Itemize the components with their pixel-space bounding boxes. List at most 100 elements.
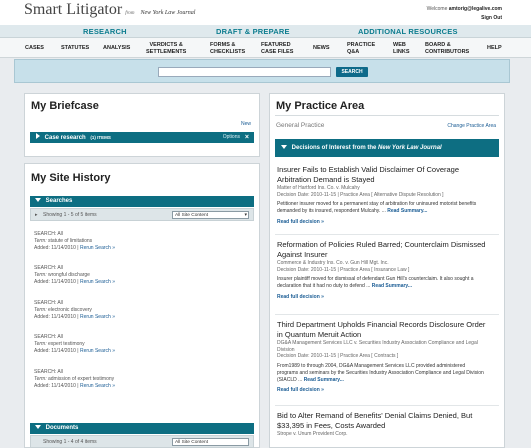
decision-article: Bid to Alter Remand of Benefits' Denial … [277,411,487,438]
article-meta: Decision Date: 2010-11-15 | Practice Are… [277,266,410,273]
section-research[interactable]: RESEARCH [83,27,127,36]
rerun-search-link[interactable]: Rerun Search » [80,245,115,251]
divider [275,234,499,235]
item-added: Added: 11/14/2010 | [34,348,79,354]
decisions-bar-publication: New York Law Journal [378,145,442,151]
item-added: Added: 11/14/2010 | [34,245,79,251]
expand-arrow-icon [36,133,40,139]
search-history-item: SEARCH: All Term: electronic discovery A… [34,300,154,321]
rerun-search-link[interactable]: Rerun Search » [80,314,115,320]
item-search-scope: SEARCH: All [34,231,63,237]
nav-board-contributors[interactable]: BOARD & CONTRIBUTORS [425,42,469,55]
search-history-item: SEARCH: All Term: wrongful discharge Add… [34,265,154,286]
nav-featured-case-files[interactable]: FEATURED CASE FILES [261,42,293,55]
welcome-label: Welcome [426,6,448,12]
nav-help[interactable]: HELP [487,45,502,52]
item-added: Added: 11/14/2010 | [34,383,79,389]
article-body-text: Petitioner insurer moved for a permanent… [277,201,477,215]
section-draft-prepare[interactable]: DRAFT & PREPARE [216,27,290,36]
close-icon[interactable]: × [245,132,249,143]
section-bar: RESEARCH DRAFT & PREPARE ADDITIONAL RESO… [0,25,531,38]
documents-filter-select[interactable]: All Site Content [172,438,249,446]
collapse-arrow-icon [281,145,287,149]
item-added: Added: 11/14/2010 | [34,314,79,320]
site-header: Smart Litigator from New York Law Journal… [0,0,531,25]
signout-link[interactable]: Sign Out [481,15,502,21]
item-search-scope: SEARCH: All [34,300,63,306]
nav-practice-qa[interactable]: PRACTICE Q&A [347,42,375,55]
article-title[interactable]: Third Department Upholds Financial Recor… [277,320,487,340]
searches-toolbar: ▸ Showing 1 - 5 of 5 items All Site Cont… [30,208,254,221]
read-full-decision-link[interactable]: Read full decision » [277,294,487,300]
rerun-search-link[interactable]: Rerun Search » [80,383,115,389]
read-full-decision-link[interactable]: Read full decision » [277,219,487,225]
documents-bar-label: Documents [45,425,79,431]
article-body: Insurer plaintiff moved for dismissal of… [277,276,487,289]
read-summary-link[interactable]: Read Summary... [372,283,412,289]
searches-filter-select[interactable]: All Site Content ▾ [172,211,249,219]
search-button[interactable]: SEARCH [336,67,368,77]
documents-bar[interactable]: Documents [30,423,254,434]
nav-forms-checklists[interactable]: FORMS & CHECKLISTS [210,42,245,55]
rerun-search-link[interactable]: Rerun Search » [80,348,115,354]
site-logo[interactable]: Smart Litigator from New York Law Journal [24,1,195,19]
item-term: electronic discovery [48,307,92,313]
searches-bar[interactable]: Searches [30,196,254,207]
article-title[interactable]: Bid to Alter Remand of Benefits' Denial … [277,411,487,431]
change-practice-area-link[interactable]: Change Practice Area [447,123,496,129]
divider [275,115,499,116]
decisions-bar[interactable]: Decisions of Interest from the New York … [275,139,499,157]
chevron-down-icon: ▾ [244,212,247,218]
nav-cases[interactable]: CASES [25,45,44,52]
item-term: admission of expert testimony [48,376,115,382]
decision-article: Third Department Upholds Financial Recor… [277,320,487,393]
collapse-arrow-icon [35,198,41,202]
read-full-decision-link[interactable]: Read full decision » [277,387,487,393]
article-title[interactable]: Insurer Fails to Establish Valid Disclai… [277,165,487,185]
item-search-scope: SEARCH: All [34,265,63,271]
documents-showing: Showing 1 - 4 of 4 items [43,439,97,445]
section-additional-resources[interactable]: ADDITIONAL RESOURCES [358,27,458,36]
divider [275,314,499,315]
item-term: expert testimony [48,341,85,347]
documents-filter-value: All Site Content [175,440,209,445]
item-term-label: Term: [34,307,47,313]
search-history-item: SEARCH: All Term: expert testimony Added… [34,334,154,355]
article-parties: Commerce & Industry Ins. Co. v. Gun Hill… [277,260,389,266]
brand-publication: New York Law Journal [140,10,196,16]
briefcase-bar[interactable]: Case research (1) ITEMS Options × [30,132,254,143]
briefcase-new-link[interactable]: New [241,121,251,127]
expand-arrow-icon[interactable]: ▸ [35,212,38,218]
briefcase-panel: My Briefcase New Case research (1) ITEMS… [24,93,260,157]
nav-analysis[interactable]: ANALYSIS [103,45,130,52]
briefcase-options[interactable]: Options [223,132,240,143]
nav-web-links[interactable]: WEB LINKS [393,42,410,55]
item-term: wrongful discharge [48,272,90,278]
item-added: Added: 11/14/2010 | [34,279,79,285]
searches-showing: Showing 1 - 5 of 5 items [43,212,97,218]
rerun-search-link[interactable]: Rerun Search » [80,279,115,285]
search-input[interactable] [158,67,331,77]
item-term-label: Term: [34,272,47,278]
article-parties: Strope v. Unum Provident Corp. [277,431,348,437]
search-bar: SEARCH [14,59,510,83]
practice-area-panel: My Practice Area General Practice Change… [269,93,505,448]
searches-filter-value: All Site Content [175,213,209,218]
nav-statutes[interactable]: STATUTES [61,45,89,52]
article-parties: DG&A Management Services LLC v. Securiti… [277,340,478,353]
read-summary-link[interactable]: Read Summary... [304,377,344,383]
practice-area-name: General Practice [276,122,325,129]
item-search-scope: SEARCH: All [34,369,63,375]
nav-news[interactable]: NEWS [313,45,330,52]
brand-name: Smart Litigator [24,1,123,18]
article-meta: Decision Date: 2010-11-15 | Practice Are… [277,353,399,360]
user-email: amtorig@legalive.com [448,6,502,12]
article-title[interactable]: Reformation of Policies Ruled Barred; Co… [277,240,487,260]
article-parties: Matter of Hartford Ins. Co. v. Mulcahy [277,185,360,191]
decision-article: Reformation of Policies Ruled Barred; Co… [277,240,487,300]
read-summary-link[interactable]: Read Summary... [387,208,427,214]
briefcase-count: (1) ITEMS [90,135,111,140]
nav-verdicts-settlements[interactable]: VERDICTS & SETTLEMENTS [146,42,186,55]
briefcase-title: My Briefcase [31,100,99,112]
main-nav: CASES STATUTES ANALYSIS VERDICTS & SETTL… [0,38,531,58]
